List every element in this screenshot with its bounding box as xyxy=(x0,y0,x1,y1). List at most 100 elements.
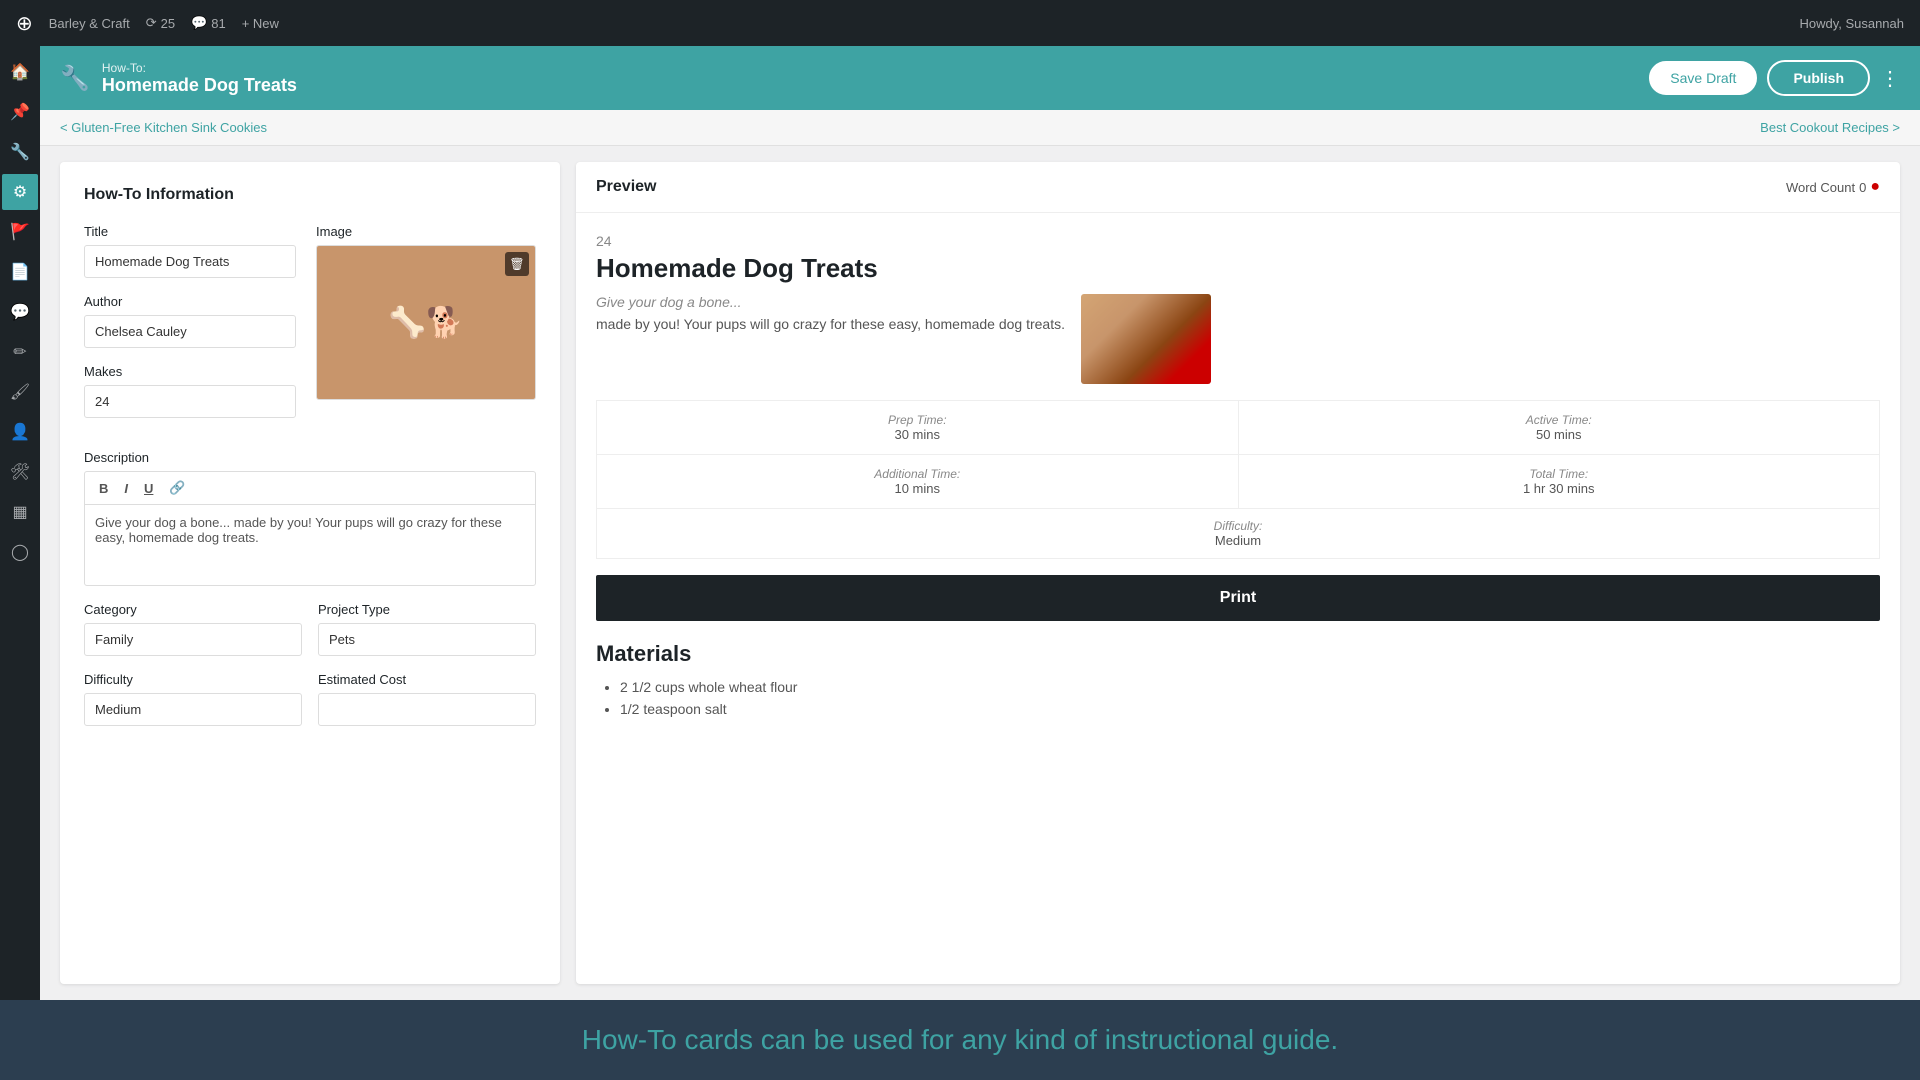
comments-count[interactable]: 💬 81 xyxy=(191,15,226,31)
preview-panel: Preview Word Count 0 ● 24 Homemade Dog T… xyxy=(576,162,1900,984)
recipe-description: made by you! Your pups will go crazy for… xyxy=(596,314,1065,335)
more-options-button[interactable]: ⋮ xyxy=(1880,66,1900,91)
editor-toolbar: B I U 🔗 xyxy=(85,472,535,505)
difficulty-label: Difficulty xyxy=(84,672,302,687)
admin-bar: ⊕ Barley & Craft ⟳ 25 💬 81 + New Howdy, … xyxy=(0,0,1920,46)
difficulty-group: Difficulty xyxy=(84,672,302,726)
category-group: Category xyxy=(84,602,302,656)
sidebar-icon-wrench[interactable]: 🔧 xyxy=(2,134,38,170)
caption-text: How-To cards can be used for any kind of… xyxy=(582,1024,1338,1056)
print-button[interactable]: Print xyxy=(596,575,1880,621)
editor-area: How-To Information Title Author M xyxy=(40,146,1920,1000)
author-input[interactable] xyxy=(84,315,296,348)
prev-nav-link[interactable]: < Gluten-Free Kitchen Sink Cookies xyxy=(60,120,267,135)
publish-button[interactable]: Publish xyxy=(1767,60,1870,96)
updates-count[interactable]: ⟳ 25 xyxy=(146,15,175,31)
sidebar-icon-flag[interactable]: 🚩 xyxy=(2,214,38,250)
makes-input[interactable] xyxy=(84,385,296,418)
preview-difficulty-value: Medium xyxy=(607,533,1869,548)
title-group: Title xyxy=(84,224,296,278)
main-layout: 🏠 📌 🔧 ⚙ 🚩 📄 💬 ✏ 🖌 👤 🛠 ▦ ◯ 🔧 How-To: Home… xyxy=(0,46,1920,1000)
project-type-label: Project Type xyxy=(318,602,536,617)
difficulty-row: Difficulty Estimated Cost xyxy=(84,672,536,726)
recipe-image-inner xyxy=(1081,294,1211,384)
form-panel-title: How-To Information xyxy=(84,186,536,204)
sidebar-icon-home[interactable]: 🏠 xyxy=(2,54,38,90)
active-time-value: 50 mins xyxy=(1255,427,1864,442)
project-type-group: Project Type xyxy=(318,602,536,656)
total-time-label: Total Time: xyxy=(1255,467,1864,481)
word-count: Word Count 0 ● xyxy=(1786,178,1880,196)
category-input[interactable] xyxy=(84,623,302,656)
makes-group: Makes xyxy=(84,364,296,418)
project-type-input[interactable] xyxy=(318,623,536,656)
materials-list: 2 1/2 cups whole wheat flour 1/2 teaspoo… xyxy=(596,679,1880,717)
user-greeting: Howdy, Susannah xyxy=(1799,16,1904,31)
sidebar-icon-tools[interactable]: 🛠 xyxy=(2,454,38,490)
sidebar-icon-pages[interactable]: 📄 xyxy=(2,254,38,290)
link-button[interactable]: 🔗 xyxy=(165,478,189,498)
recipe-description-block: Give your dog a bone... made by you! You… xyxy=(596,294,1065,335)
recipe-layout: Give your dog a bone... made by you! You… xyxy=(596,294,1880,384)
italic-button[interactable]: I xyxy=(120,479,132,498)
author-label: Author xyxy=(84,294,296,309)
list-item: 1/2 teaspoon salt xyxy=(620,701,1880,717)
post-type-label: How-To: xyxy=(102,61,297,75)
time-grid: Prep Time: 30 mins Active Time: 50 mins … xyxy=(596,400,1880,559)
category-row: Category Project Type xyxy=(84,602,536,656)
sidebar-icon-active[interactable]: ⚙ xyxy=(2,174,38,210)
post-header-right: Save Draft Publish ⋮ xyxy=(1649,60,1900,96)
new-item-button[interactable]: + New xyxy=(242,16,279,31)
preview-title: Preview xyxy=(596,178,656,196)
wp-logo-icon[interactable]: ⊕ xyxy=(16,11,33,36)
bottom-caption: How-To cards can be used for any kind of… xyxy=(0,1000,1920,1080)
preview-difficulty-label: Difficulty: xyxy=(607,519,1869,533)
delete-image-button[interactable]: 🗑 xyxy=(505,252,529,276)
sidebar-icon-circle[interactable]: ◯ xyxy=(2,534,38,570)
preview-card: 24 Homemade Dog Treats Give your dog a b… xyxy=(576,213,1900,743)
sidebar-icon-person[interactable]: 👤 xyxy=(2,414,38,450)
word-count-label: Word Count xyxy=(1786,180,1855,195)
active-time-cell: Active Time: 50 mins xyxy=(1239,401,1881,455)
list-item: 2 1/2 cups whole wheat flour xyxy=(620,679,1880,695)
form-panel: How-To Information Title Author M xyxy=(60,162,560,984)
recipe-teaser: Give your dog a bone... xyxy=(596,294,1065,310)
sidebar-icon-brush[interactable]: 🖌 xyxy=(2,374,38,410)
image-container: 🗑 xyxy=(316,245,536,400)
prep-time-value: 30 mins xyxy=(613,427,1222,442)
sidebar-icon-comment[interactable]: 💬 xyxy=(2,294,38,330)
image-section: Title Author Makes Image xyxy=(84,224,536,434)
image-upload: Image 🗑 xyxy=(316,224,536,434)
site-name[interactable]: Barley & Craft xyxy=(49,16,130,31)
save-draft-button[interactable]: Save Draft xyxy=(1649,61,1757,95)
sidebar-icon-grid[interactable]: ▦ xyxy=(2,494,38,530)
estimated-cost-input[interactable] xyxy=(318,693,536,726)
author-group: Author xyxy=(84,294,296,348)
next-nav-link[interactable]: Best Cookout Recipes > xyxy=(1760,120,1900,135)
bold-button[interactable]: B xyxy=(95,479,112,498)
sidebar-icon-pin[interactable]: 📌 xyxy=(2,94,38,130)
underline-button[interactable]: U xyxy=(140,479,157,498)
description-label: Description xyxy=(84,450,536,465)
active-time-label: Active Time: xyxy=(1255,413,1864,427)
content-area: 🔧 How-To: Homemade Dog Treats Save Draft… xyxy=(40,46,1920,1000)
preview-header: Preview Word Count 0 ● xyxy=(576,162,1900,213)
total-time-value: 1 hr 30 mins xyxy=(1255,481,1864,496)
sidebar-icon-pencil[interactable]: ✏ xyxy=(2,334,38,370)
total-time-cell: Total Time: 1 hr 30 mins xyxy=(1239,455,1881,509)
difficulty-cell: Difficulty: Medium xyxy=(597,509,1880,559)
word-count-indicator: ● xyxy=(1870,178,1880,196)
prep-time-label: Prep Time: xyxy=(613,413,1222,427)
difficulty-input[interactable] xyxy=(84,693,302,726)
description-content[interactable]: Give your dog a bone... made by you! You… xyxy=(85,505,535,585)
title-input[interactable] xyxy=(84,245,296,278)
additional-time-value: 10 mins xyxy=(613,481,1222,496)
title-label: Title xyxy=(84,224,296,239)
additional-time-cell: Additional Time: 10 mins xyxy=(597,455,1239,509)
category-label: Category xyxy=(84,602,302,617)
breadcrumb: < Gluten-Free Kitchen Sink Cookies Best … xyxy=(40,110,1920,146)
materials-title: Materials xyxy=(596,641,1880,667)
post-header: 🔧 How-To: Homemade Dog Treats Save Draft… xyxy=(40,46,1920,110)
makes-label: Makes xyxy=(84,364,296,379)
estimated-cost-label: Estimated Cost xyxy=(318,672,536,687)
